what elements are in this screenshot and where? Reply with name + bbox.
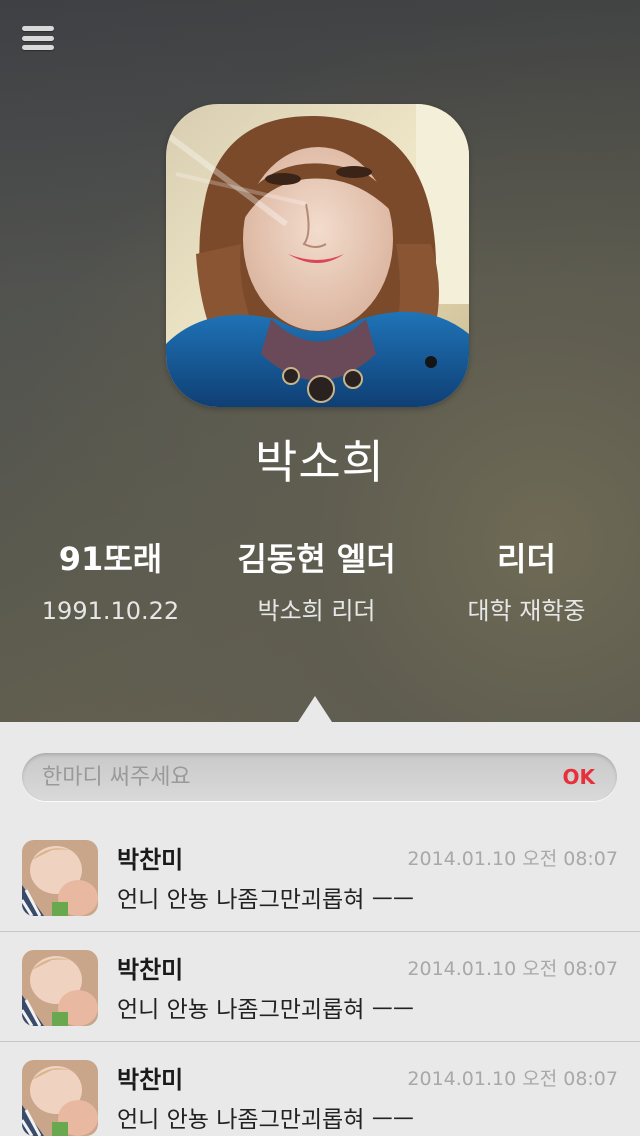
list-item[interactable]: 박찬미 2014.01.10 오전 08:07 언니 안뇽 나좀그만괴롭혀 ㅡㅡ bbox=[0, 822, 640, 932]
menu-bar bbox=[22, 26, 54, 31]
comment-timestamp: 2014.01.10 오전 08:07 bbox=[407, 958, 618, 980]
comment-text: 언니 안뇽 나좀그만괴롭혀 ㅡㅡ bbox=[117, 1107, 415, 1133]
stat-group-value: 91또래 bbox=[58, 540, 163, 578]
list-item[interactable]: 박찬미 2014.01.10 오전 08:07 언니 안뇽 나좀그만괴롭혀 ㅡㅡ bbox=[0, 1042, 640, 1136]
avatar[interactable] bbox=[22, 950, 98, 1026]
comment-author: 박찬미 bbox=[117, 956, 184, 984]
profile-name: 박소희 bbox=[255, 435, 385, 489]
stat-role: 리더 대학 재학중 bbox=[420, 537, 633, 627]
hamburger-menu-icon[interactable] bbox=[22, 24, 54, 52]
stat-leader-name: 박소희 리더 bbox=[257, 597, 376, 625]
comment-text: 언니 안뇽 나좀그만괴롭혀 ㅡㅡ bbox=[117, 887, 415, 913]
menu-bar bbox=[22, 35, 54, 41]
stat-elder-value: 김동현 엘더 bbox=[237, 540, 396, 578]
comment-input[interactable] bbox=[42, 753, 542, 801]
comment-timestamp: 2014.01.10 오전 08:07 bbox=[407, 1068, 618, 1090]
ok-button[interactable]: OK bbox=[563, 763, 596, 791]
comment-field: OK bbox=[22, 753, 617, 801]
profile-photo[interactable] bbox=[166, 104, 469, 407]
comment-timestamp: 2014.01.10 오전 08:07 bbox=[407, 848, 618, 870]
stat-birthdate: 1991.10.22 bbox=[41, 597, 180, 625]
stat-group: 91또래 1991.10.22 bbox=[4, 537, 217, 627]
comment-author: 박찬미 bbox=[117, 846, 184, 874]
comment-text: 언니 안뇽 나좀그만괴롭혀 ㅡㅡ bbox=[117, 997, 415, 1023]
stat-elder: 김동현 엘더 박소희 리더 bbox=[210, 537, 423, 627]
stat-status: 대학 재학중 bbox=[467, 597, 586, 625]
profile-stats: 91또래 1991.10.22 김동현 엘더 박소희 리더 리더 대학 재학중 bbox=[0, 537, 640, 637]
comment-avatar-image bbox=[22, 840, 98, 916]
avatar[interactable] bbox=[22, 1060, 98, 1136]
panel-pointer bbox=[298, 696, 332, 722]
comment-avatar-image bbox=[22, 950, 98, 1026]
menu-bar bbox=[22, 45, 54, 50]
list-item[interactable]: 박찬미 2014.01.10 오전 08:07 언니 안뇽 나좀그만괴롭혀 ㅡㅡ bbox=[0, 932, 640, 1042]
comment-avatar-image bbox=[22, 1060, 98, 1136]
avatar[interactable] bbox=[22, 840, 98, 916]
stat-role-value: 리더 bbox=[497, 540, 556, 578]
comment-author: 박찬미 bbox=[117, 1066, 184, 1094]
profile-photo-image bbox=[166, 104, 469, 407]
